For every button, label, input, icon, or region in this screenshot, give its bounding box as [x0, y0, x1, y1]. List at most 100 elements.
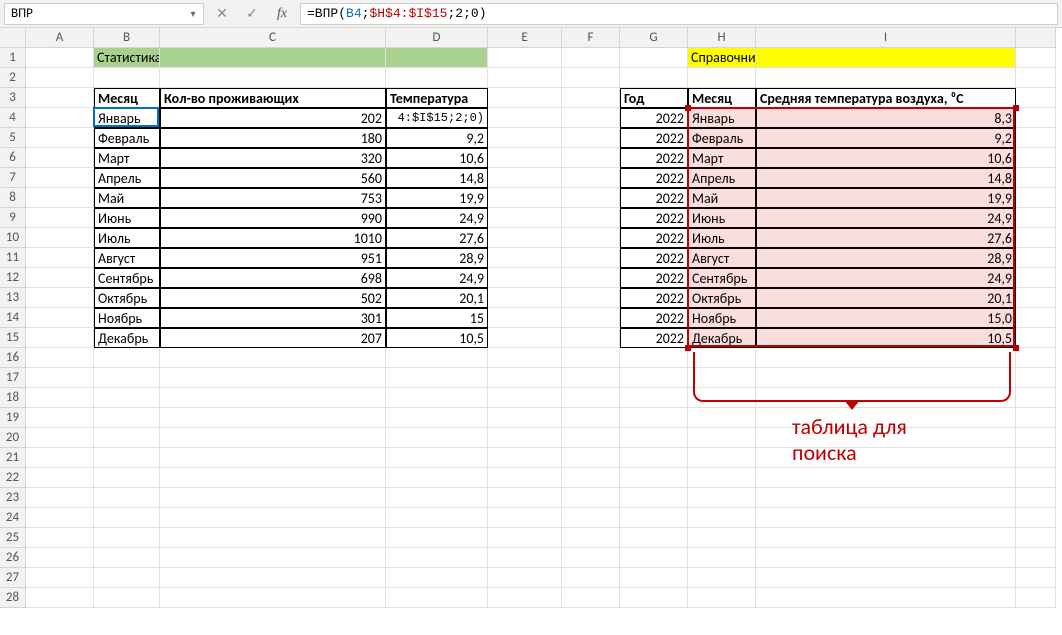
cell[interactable]	[94, 508, 160, 528]
cell[interactable]: Апрель	[688, 168, 756, 188]
cell[interactable]	[488, 368, 562, 388]
cell[interactable]	[1016, 148, 1056, 168]
cell[interactable]	[94, 528, 160, 548]
cell[interactable]	[386, 488, 488, 508]
cell[interactable]	[562, 88, 620, 108]
row-header[interactable]: 3	[0, 88, 26, 108]
row-header[interactable]: 13	[0, 288, 26, 308]
cell[interactable]	[160, 408, 386, 428]
cell[interactable]	[26, 308, 94, 328]
cell[interactable]	[756, 68, 1016, 88]
row-header[interactable]: 2	[0, 68, 26, 88]
cell[interactable]	[562, 388, 620, 408]
cell[interactable]	[26, 188, 94, 208]
cell[interactable]	[26, 268, 94, 288]
select-all-corner[interactable]	[0, 28, 26, 48]
cell[interactable]	[386, 508, 488, 528]
cell[interactable]	[26, 388, 94, 408]
cell[interactable]: 1010	[160, 228, 386, 248]
cell[interactable]: Сентябрь	[94, 268, 160, 288]
cell[interactable]	[688, 508, 756, 528]
cell[interactable]: Июль	[688, 228, 756, 248]
row-header[interactable]: 11	[0, 248, 26, 268]
cell[interactable]	[160, 488, 386, 508]
cell[interactable]: 20,1	[386, 288, 488, 308]
cell[interactable]: 14,8	[756, 168, 1016, 188]
cell[interactable]	[26, 348, 94, 368]
cell[interactable]	[1016, 48, 1056, 68]
cell[interactable]	[386, 408, 488, 428]
column-header[interactable]: D	[386, 28, 488, 48]
cell[interactable]	[488, 308, 562, 328]
column-header[interactable]: B	[94, 28, 160, 48]
cell[interactable]: 15,0	[756, 308, 1016, 328]
cell[interactable]	[488, 108, 562, 128]
cell[interactable]: 10,5	[386, 328, 488, 348]
cell[interactable]	[26, 528, 94, 548]
cell[interactable]: Февраль	[688, 128, 756, 148]
cell[interactable]: 502	[160, 288, 386, 308]
cell[interactable]: 14,8	[386, 168, 488, 188]
cell[interactable]	[620, 588, 688, 608]
cell[interactable]: 24,9	[386, 208, 488, 228]
cell[interactable]: Температура	[386, 88, 488, 108]
cell[interactable]: 9,2	[386, 128, 488, 148]
cell[interactable]	[26, 468, 94, 488]
cell[interactable]	[1016, 428, 1056, 448]
cell[interactable]: 2022	[620, 248, 688, 268]
cell[interactable]	[26, 448, 94, 468]
cell[interactable]	[94, 428, 160, 448]
cell[interactable]: 19,9	[386, 188, 488, 208]
cell[interactable]	[160, 348, 386, 368]
cell[interactable]	[488, 248, 562, 268]
cell[interactable]: 2022	[620, 328, 688, 348]
cell[interactable]	[688, 588, 756, 608]
cell[interactable]: Справочник температуры	[688, 48, 756, 68]
row-header[interactable]: 4	[0, 108, 26, 128]
insert-function-button[interactable]: fx	[270, 3, 294, 25]
cell[interactable]: Март	[688, 148, 756, 168]
cell[interactable]	[756, 528, 1016, 548]
column-header[interactable]	[1016, 28, 1056, 48]
row-header[interactable]: 7	[0, 168, 26, 188]
cell[interactable]	[620, 348, 688, 368]
column-header[interactable]: H	[688, 28, 756, 48]
name-box[interactable]: ВПР ▾	[4, 3, 204, 25]
cell[interactable]	[488, 48, 562, 68]
cell[interactable]	[1016, 408, 1056, 428]
row-header[interactable]: 18	[0, 388, 26, 408]
cell[interactable]: 2022	[620, 148, 688, 168]
cell[interactable]: Июль	[94, 228, 160, 248]
cell[interactable]	[160, 508, 386, 528]
cell[interactable]: Март	[94, 148, 160, 168]
cell[interactable]	[160, 428, 386, 448]
cell[interactable]	[26, 408, 94, 428]
cell[interactable]	[160, 388, 386, 408]
cell[interactable]	[488, 508, 562, 528]
row-header[interactable]: 25	[0, 528, 26, 548]
cell[interactable]: Октябрь	[688, 288, 756, 308]
cell[interactable]: Июнь	[688, 208, 756, 228]
cell[interactable]	[26, 228, 94, 248]
cell[interactable]	[26, 428, 94, 448]
cell[interactable]: 24,9	[386, 268, 488, 288]
cell[interactable]	[26, 248, 94, 268]
cell[interactable]	[620, 368, 688, 388]
cell[interactable]	[1016, 588, 1056, 608]
cell[interactable]	[688, 468, 756, 488]
cell[interactable]	[488, 588, 562, 608]
cell[interactable]	[562, 128, 620, 148]
column-header[interactable]: A	[26, 28, 94, 48]
cell[interactable]: Декабрь	[94, 328, 160, 348]
cell[interactable]	[756, 48, 1016, 68]
cell[interactable]	[488, 568, 562, 588]
cell[interactable]	[562, 508, 620, 528]
cell[interactable]	[488, 468, 562, 488]
cell[interactable]	[386, 68, 488, 88]
row-header[interactable]: 16	[0, 348, 26, 368]
cell[interactable]	[386, 448, 488, 468]
cell[interactable]: 8,3	[756, 108, 1016, 128]
cell[interactable]	[488, 488, 562, 508]
cell[interactable]	[1016, 568, 1056, 588]
cell[interactable]: 320	[160, 148, 386, 168]
